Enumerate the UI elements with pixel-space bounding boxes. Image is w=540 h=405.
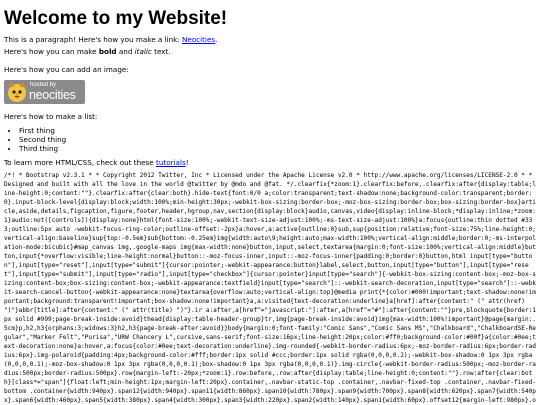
list-item: Third thing [19,144,66,153]
formatting-text-mid: and [116,47,135,56]
neocities-link[interactable]: Neocities [182,35,215,44]
list-paragraph: Here's how to make a list: [4,112,98,121]
bullet-list: First thing Second thing Third thing [0,126,66,153]
tutorials-paragraph: To learn more HTML/CSS, check out these … [4,158,189,167]
page: Welcome to my Website! This is a paragra… [0,0,540,405]
list-item: First thing [19,126,66,135]
neocities-wordmark: neocities [29,88,76,102]
italic-text: italic [134,47,152,56]
intro-end: . [215,35,218,44]
tutorials-link[interactable]: tutorials [156,158,186,167]
list-item: Second thing [19,135,66,144]
formatting-text-pre: Here's how you can make [4,47,99,56]
formatting-text-post: text. [151,47,171,56]
image-paragraph: Here's how you can add an image: [4,65,129,74]
tutorials-end: ! [185,158,189,167]
formatting-paragraph: Here's how you can make bold and italic … [4,47,171,56]
intro-paragraph: This is a paragraph! Here's how you make… [4,35,217,44]
intro-text: This is a paragraph! Here's how you make… [4,35,183,44]
hosted-by-neocities-image: hosted by neocities [4,80,85,104]
page-title: Welcome to my Website! [4,8,228,29]
tutorials-text: To learn more HTML/CSS, check out these [4,158,157,167]
cat-mascot-icon [8,82,26,102]
bold-text: bold [98,47,117,56]
raw-css-text: /*! * Bootstrap v2.3.1 * * Copyright 201… [4,172,536,404]
